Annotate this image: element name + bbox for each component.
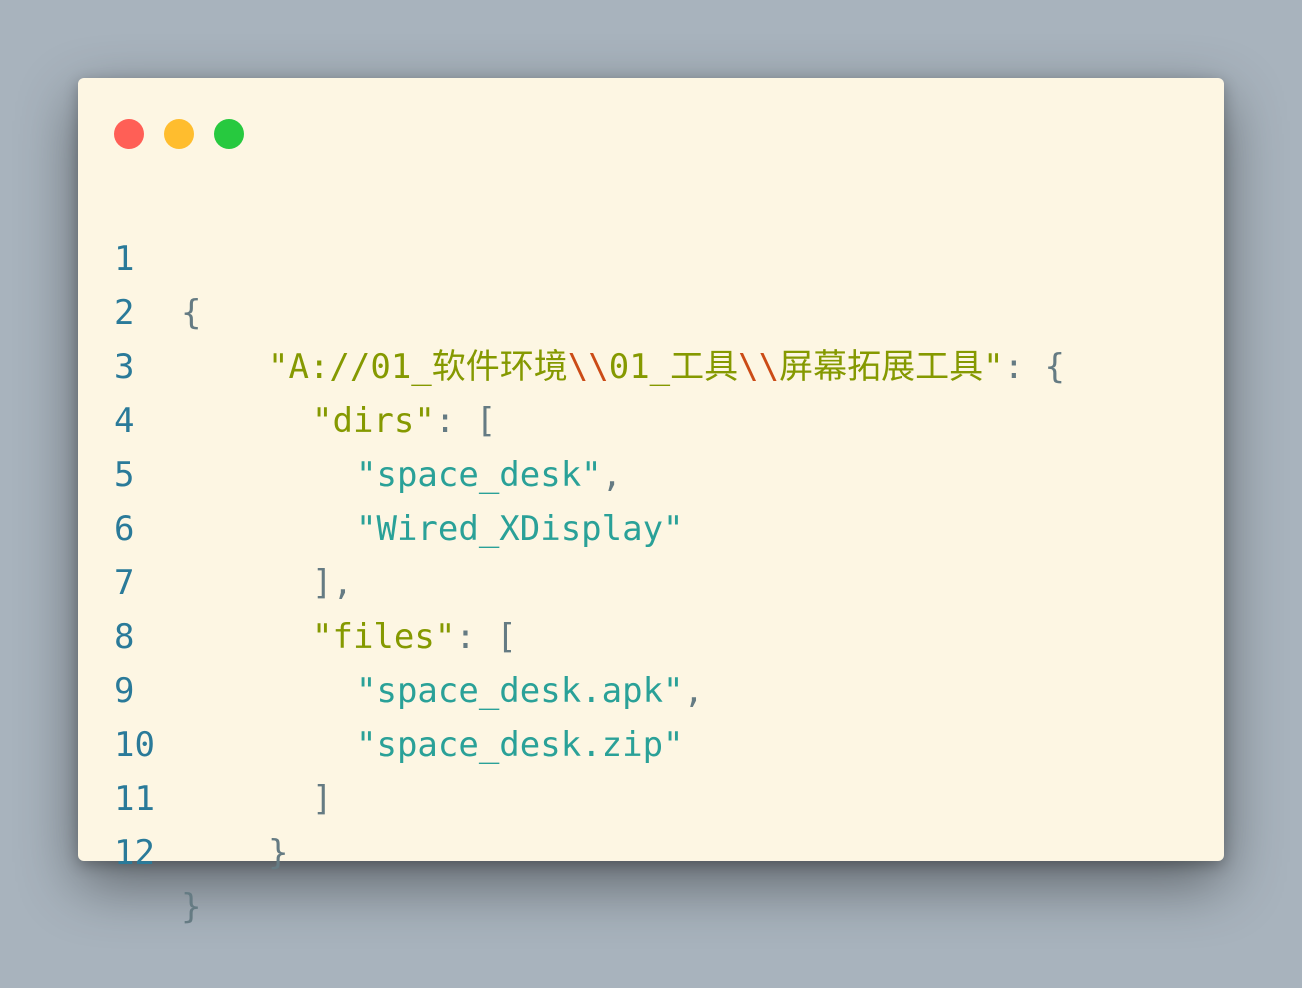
json-key: "dirs" bbox=[312, 401, 435, 441]
json-key: "A://01_软件环境 bbox=[268, 347, 568, 387]
json-string: "space_desk.apk" bbox=[356, 671, 684, 711]
escape-sequence: \\ bbox=[738, 347, 780, 387]
json-string: "space_desk.zip" bbox=[356, 725, 684, 765]
maximize-dot-icon[interactable] bbox=[214, 119, 244, 149]
json-key: 屏幕拓展工具" bbox=[779, 347, 1004, 387]
line-content: } bbox=[181, 880, 201, 934]
close-bracket: ] bbox=[312, 779, 333, 819]
code-line: 8 "space_desk.apk", bbox=[78, 556, 704, 711]
line-content: "A://01_软件环境\\01_工具\\屏幕拓展工具": { bbox=[268, 340, 1065, 394]
close-brace: } bbox=[268, 833, 289, 873]
code-line: 12 } bbox=[78, 772, 201, 927]
json-string: "space_desk" bbox=[356, 455, 602, 495]
code-line: 3 "dirs": [ bbox=[78, 286, 496, 441]
code-line: 2 "A://01_软件环境\\01_工具\\屏幕拓展工具": { bbox=[78, 232, 1065, 387]
code-line: 7 "files": [ bbox=[78, 502, 517, 657]
close-brace: } bbox=[181, 887, 202, 927]
code-line: 9 "space_desk.zip" bbox=[78, 610, 684, 765]
escape-sequence: \\ bbox=[567, 347, 609, 387]
line-content: ] bbox=[312, 772, 332, 826]
code-line: 11 } bbox=[78, 718, 288, 873]
code-line: 4 "space_desk", bbox=[78, 340, 622, 495]
line-content: "space_desk.apk", bbox=[356, 664, 704, 718]
colon-open-brace: : { bbox=[1003, 347, 1065, 387]
json-key: "files" bbox=[312, 617, 456, 657]
line-content: "Wired_XDisplay" bbox=[356, 502, 684, 556]
json-string: "Wired_XDisplay" bbox=[356, 509, 684, 549]
json-key: 01_工具 bbox=[608, 347, 739, 387]
line-content: "files": [ bbox=[312, 610, 517, 664]
line-content: } bbox=[268, 826, 288, 880]
comma: , bbox=[683, 671, 704, 711]
comma: , bbox=[601, 455, 623, 495]
colon-open-bracket: : [ bbox=[455, 617, 517, 657]
code-line: 1 { bbox=[78, 178, 201, 333]
code-line: 10 ] bbox=[78, 664, 332, 819]
line-content: "space_desk.zip" bbox=[356, 718, 684, 772]
code-line: 6 ], bbox=[78, 448, 353, 603]
line-content: ], bbox=[312, 556, 353, 610]
code-window: 1 { 2 "A://01_软件环境\\01_工具\\屏幕拓展工具": { 3 … bbox=[78, 78, 1224, 927]
close-dot-icon[interactable] bbox=[114, 119, 144, 149]
line-content: "dirs": [ bbox=[312, 394, 496, 448]
colon-open-bracket: : [ bbox=[434, 401, 497, 441]
line-number: 12 bbox=[114, 833, 155, 873]
minimize-dot-icon[interactable] bbox=[164, 119, 194, 149]
close-bracket: ], bbox=[312, 563, 353, 603]
code-line: 5 "Wired_XDisplay" bbox=[78, 394, 684, 549]
line-content: "space_desk", bbox=[356, 448, 622, 502]
